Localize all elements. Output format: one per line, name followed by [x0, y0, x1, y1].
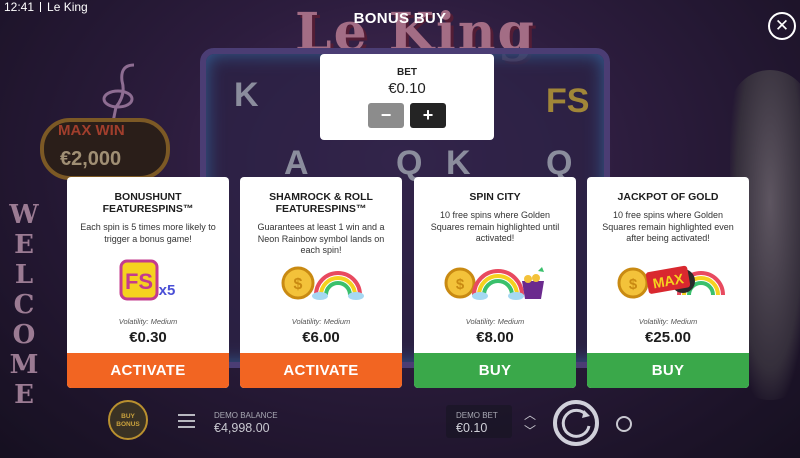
menu-icon[interactable]: [178, 414, 195, 428]
card-title: SPIN CITY: [469, 191, 521, 203]
card-price: €8.00: [476, 329, 514, 346]
plus-icon: +: [422, 105, 434, 125]
card-price: €6.00: [302, 329, 340, 346]
balance-value: €4,998.00: [214, 421, 270, 435]
bonus-card-spin-city: SPIN CITY 10 free spins where Golden Squ…: [414, 177, 576, 388]
bet-panel: BET €0.10 − +: [320, 54, 494, 140]
buy-button[interactable]: BUY: [587, 353, 749, 388]
bonus-card-jackpot-of-gold: JACKPOT OF GOLD 10 free spins where Gold…: [587, 177, 749, 388]
chevron-up-icon[interactable]: ︿: [522, 406, 538, 422]
decrease-bet-button[interactable]: −: [368, 103, 404, 128]
buy-bonus-button[interactable]: BUY BONUS: [108, 400, 148, 440]
card-description: Each spin is 5 times more likely to trig…: [80, 222, 216, 244]
card-title: SHAMROCK & ROLL FEATURESPINS™: [269, 191, 373, 215]
card-description: 10 free spins where Golden Squares remai…: [602, 210, 734, 243]
increase-bet-button[interactable]: +: [410, 103, 446, 128]
fs-x5-icon: FS x5: [67, 257, 229, 305]
card-title: JACKPOT OF GOLD: [617, 191, 719, 203]
bet-label: BET: [397, 67, 417, 78]
card-description: 10 free spins where Golden Squares remai…: [430, 210, 560, 243]
card-volatility: Volatility: Medium: [291, 317, 351, 326]
bet-value: €0.10: [388, 80, 426, 97]
bonus-card-bonushunt: BONUSHUNT FEATURESPINS™ Each spin is 5 t…: [67, 177, 229, 388]
spin-icon: [561, 408, 591, 438]
card-description: Guarantees at least 1 win and a Neon Rai…: [257, 222, 385, 255]
bonus-card-shamrock-roll: SHAMROCK & ROLL FEATURESPINS™ Guarantees…: [240, 177, 402, 388]
bet-controls: − +: [320, 103, 494, 128]
activate-button[interactable]: ACTIVATE: [240, 353, 402, 388]
fs-badge-text: FS: [125, 269, 153, 294]
svg-text:$: $: [294, 276, 303, 293]
autoplay-icon[interactable]: [616, 416, 632, 432]
coin-max-rainbow-icon: $ MAX: [587, 257, 749, 305]
demo-bet-label: DEMO BET: [456, 411, 498, 420]
coin-rainbow-icon: $: [240, 257, 402, 305]
card-title: BONUSHUNT FEATURESPINS™: [102, 191, 194, 215]
minus-icon: −: [380, 105, 392, 125]
demo-bet-value: €0.10: [456, 421, 488, 435]
balance-label: DEMO BALANCE: [214, 411, 278, 420]
svg-text:$: $: [629, 276, 638, 293]
coin-rainbow-pot-icon: $: [414, 257, 576, 305]
card-volatility: Volatility: Medium: [465, 317, 525, 326]
card-price: €0.30: [129, 329, 167, 346]
activate-button[interactable]: ACTIVATE: [67, 353, 229, 388]
svg-text:$: $: [456, 276, 465, 293]
dialog-title: BONUS BUY: [353, 10, 447, 27]
card-volatility: Volatility: Medium: [118, 317, 178, 326]
fs-multiplier-text: x5: [159, 282, 176, 299]
chevron-down-icon[interactable]: ﹀: [522, 422, 538, 438]
card-volatility: Volatility: Medium: [638, 317, 698, 326]
spin-button[interactable]: [553, 400, 599, 446]
card-price: €25.00: [645, 329, 691, 346]
buy-button[interactable]: BUY: [414, 353, 576, 388]
